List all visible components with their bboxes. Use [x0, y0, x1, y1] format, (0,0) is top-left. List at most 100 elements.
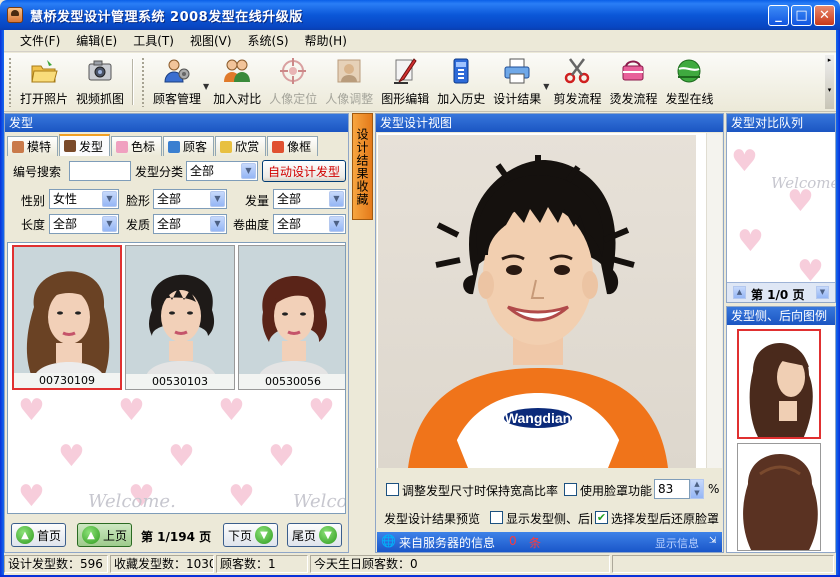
tab-customer[interactable]: 顾客: [163, 136, 215, 156]
close-button[interactable]: ✕: [814, 5, 835, 26]
birthday-count: 今天生日顾客数：0: [310, 555, 610, 573]
compare-next-icon[interactable]: ▼: [816, 286, 829, 299]
customer-photo[interactable]: Wangdian: [378, 135, 696, 468]
portrait-adjust-icon: [337, 59, 361, 83]
category-value: 全部: [190, 164, 215, 178]
compare-queue-header: 发型对比队列: [727, 114, 835, 132]
face-mask-checkbox[interactable]: [564, 483, 577, 496]
favorites-vertical-tab[interactable]: 设计结果收藏: [352, 113, 373, 220]
heart-decoration: ♥: [228, 479, 255, 514]
hairstyle-online-label: 发型在线: [665, 92, 714, 106]
expand-icon[interactable]: ⇲: [709, 536, 717, 546]
next-page-button[interactable]: 下页 ▼: [223, 523, 279, 547]
gender-value: 女性: [53, 192, 78, 206]
add-history-button[interactable]: 加入历史: [433, 53, 489, 111]
chevron-down-icon[interactable]: ▼: [102, 191, 117, 207]
compare-icon: [224, 59, 251, 82]
chevron-down-icon[interactable]: ▼: [329, 191, 344, 207]
hair-volume-select[interactable]: 全部 ▼: [273, 189, 346, 209]
tab-hairstyle[interactable]: 发型: [59, 134, 111, 156]
message-unit: 条: [529, 536, 542, 550]
tab-color[interactable]: 色标: [111, 136, 163, 156]
design-result-button[interactable]: 设计结果: [489, 53, 545, 111]
globe-icon: 🌐: [381, 534, 396, 548]
curl-select[interactable]: 全部 ▼: [273, 214, 346, 234]
frame-tab-icon: [272, 140, 285, 153]
scissors-icon: [565, 58, 590, 84]
back-view-image[interactable]: [737, 443, 821, 551]
chevron-down-icon[interactable]: ▼: [102, 216, 117, 232]
menu-tools[interactable]: 工具(T): [125, 31, 182, 51]
perm-flow-button[interactable]: 烫发流程: [605, 53, 661, 111]
graphic-edit-button[interactable]: 图形编辑: [377, 53, 433, 111]
toolbar-overflow-chevron[interactable]: ▸ ▾: [825, 55, 834, 109]
gender-select[interactable]: 女性 ▼: [49, 189, 119, 209]
keep-ratio-checkbox[interactable]: [386, 483, 399, 496]
hairstyle-thumb-3[interactable]: 00530056: [238, 245, 345, 390]
hairstyle-photo-1: [26, 271, 110, 377]
code-search-input[interactable]: [69, 161, 131, 181]
design-canvas[interactable]: Wangdian: [377, 133, 722, 468]
prev-page-button[interactable]: ▲ 上页: [77, 523, 133, 547]
last-page-button[interactable]: 尾页 ▼: [287, 523, 343, 547]
face-mask-value-input[interactable]: 83: [654, 479, 690, 499]
hairstyle-thumb-1[interactable]: 00730109: [12, 245, 122, 390]
chevron-down-icon[interactable]: ▼: [210, 191, 225, 207]
tab-gallery[interactable]: 欣赏: [215, 136, 267, 156]
restore-mask-checkbox[interactable]: ✔: [595, 511, 608, 524]
face-shape-select[interactable]: 全部 ▼: [153, 189, 227, 209]
category-select[interactable]: 全部 ▼: [186, 161, 258, 181]
shirt-print-text: Wangdian: [505, 410, 571, 426]
prev-page-label: 上页: [103, 528, 128, 543]
canvas-vertical-scrollbar[interactable]: [706, 133, 722, 468]
status-bar: 设计发型数：596 收藏发型数：1030 顾客数：1 今天生日顾客数：0: [4, 555, 836, 575]
menu-system[interactable]: 系统(S): [240, 31, 297, 51]
heart-decoration: ♥: [731, 144, 758, 179]
percent-label: %: [708, 482, 720, 496]
add-compare-button[interactable]: 加入对比: [209, 53, 265, 111]
arrow-up-icon: ▲: [82, 526, 100, 544]
face-mask-spinner[interactable]: ▲ ▼: [690, 479, 704, 499]
compare-prev-icon[interactable]: ▲: [733, 286, 746, 299]
open-photo-button[interactable]: 打开照片: [16, 53, 72, 111]
chevron-down-icon[interactable]: ▼: [210, 216, 225, 232]
hairstyle-online-button[interactable]: 发型在线: [661, 53, 717, 111]
model-tab-icon: [12, 140, 24, 153]
portrait-adjust-button[interactable]: 人像调整: [321, 53, 377, 111]
menu-edit[interactable]: 编辑(E): [68, 31, 125, 51]
menu-file[interactable]: 文件(F): [12, 31, 68, 51]
show-side-view-checkbox[interactable]: [490, 511, 503, 524]
menu-view[interactable]: 视图(V): [182, 31, 240, 51]
gender-label: 性别: [21, 194, 46, 208]
toolbar-grip-2[interactable]: [141, 57, 147, 107]
texture-select[interactable]: 全部 ▼: [153, 214, 227, 234]
tab-frame[interactable]: 像框: [267, 136, 319, 156]
haircut-flow-label: 剪发流程: [553, 92, 602, 106]
customer-manage-button[interactable]: 顾客管理: [149, 53, 205, 111]
side-view-image[interactable]: [737, 329, 821, 439]
customer-tab-icon: [168, 140, 181, 153]
customer-manage-label: 顾客管理: [153, 92, 202, 106]
side-view-photo: [749, 343, 813, 437]
maximize-button[interactable]: □: [791, 5, 812, 26]
toolbar-grip[interactable]: [8, 57, 13, 107]
menu-help[interactable]: 帮助(H): [297, 31, 355, 51]
face-mask-label: 使用脸罩功能: [580, 484, 653, 498]
last-page-label: 尾页: [292, 528, 317, 543]
video-capture-button[interactable]: 视频抓图: [72, 53, 128, 111]
portrait-locate-button[interactable]: 人像定位: [265, 53, 321, 111]
tab-model[interactable]: 模特: [7, 136, 59, 156]
length-select[interactable]: 全部 ▼: [49, 214, 119, 234]
heart-decoration: ♥: [58, 439, 85, 474]
auto-design-button[interactable]: 自动设计发型: [262, 160, 346, 182]
minimize-button[interactable]: _: [768, 5, 789, 26]
chevron-down-icon[interactable]: ▼: [241, 163, 256, 179]
hairstyle-thumb-2[interactable]: 00530103: [125, 245, 235, 390]
show-info-link[interactable]: 显示信息: [655, 535, 699, 551]
haircut-flow-button[interactable]: 剪发流程: [549, 53, 605, 111]
perm-icon: [622, 60, 644, 81]
printer-icon: [504, 58, 530, 84]
first-page-button[interactable]: ▲ 首页: [11, 523, 67, 547]
chevron-down-icon[interactable]: ▼: [329, 216, 344, 232]
back-view-photo: [743, 454, 818, 550]
